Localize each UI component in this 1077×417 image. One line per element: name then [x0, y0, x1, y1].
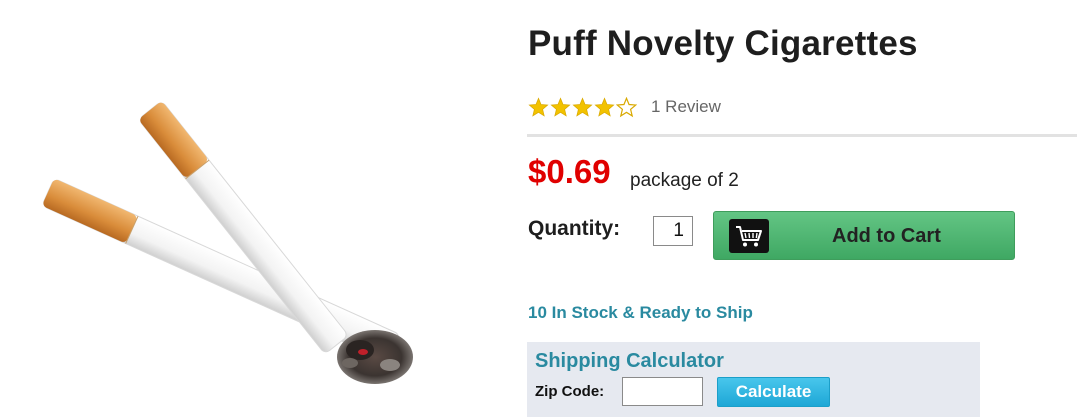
package-size: package of 2: [630, 170, 739, 191]
star-filled-icon: [594, 96, 615, 117]
zip-code-input[interactable]: [622, 377, 703, 406]
star-rating[interactable]: [528, 96, 637, 118]
quantity-input[interactable]: [653, 216, 693, 246]
star-filled-icon: [550, 96, 571, 117]
shopping-cart-icon: [729, 219, 769, 253]
star-filled-icon: [528, 96, 549, 117]
star-filled-icon: [572, 96, 593, 117]
zip-code-label: Zip Code:: [535, 383, 605, 400]
add-to-cart-button[interactable]: Add to Cart: [713, 211, 1015, 260]
product-image[interactable]: [20, 95, 430, 400]
star-empty-icon: [616, 96, 637, 117]
cigarettes-image: [43, 102, 413, 384]
shipping-calculator: Shipping Calculator Zip Code: Calculate: [527, 342, 980, 417]
product-price: $0.69: [528, 153, 611, 190]
calculate-button[interactable]: Calculate: [717, 377, 830, 407]
rating-row: 1 Review: [528, 95, 721, 119]
divider: [527, 134, 1077, 137]
shipping-calculator-title: Shipping Calculator: [535, 350, 724, 372]
product-title: Puff Novelty Cigarettes: [528, 24, 918, 63]
review-count-link[interactable]: 1 Review: [651, 97, 721, 117]
quantity-label: Quantity:: [528, 217, 621, 240]
stock-status: 10 In Stock & Ready to Ship: [528, 303, 753, 322]
add-to-cart-label: Add to Cart: [832, 225, 941, 247]
